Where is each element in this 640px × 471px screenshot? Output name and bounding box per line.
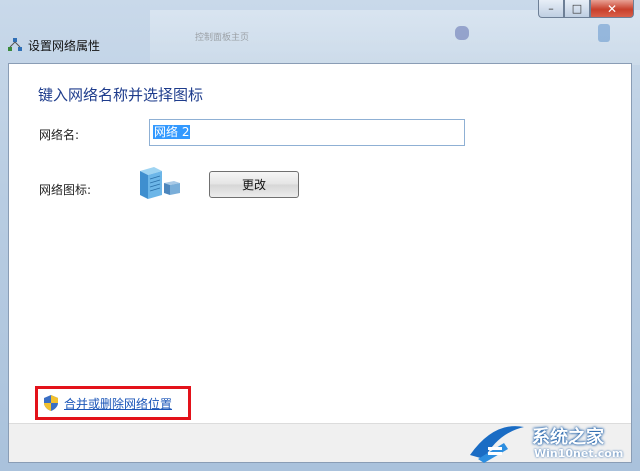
window-title: 设置网络属性 <box>28 39 101 53</box>
network-icon-label: 网络图标: <box>39 183 92 197</box>
minimize-button[interactable]: – <box>538 0 564 18</box>
watermark-en: Win10net.com <box>534 447 624 460</box>
window-frame: 控制面板主页 – □ ✕ 设置网络属性 键入网络名称并选择图标 网络名: 网络 … <box>0 0 640 471</box>
watermark-logo-icon <box>470 426 524 463</box>
watermark-cn: 系统之家 <box>532 427 604 448</box>
uac-shield-icon <box>44 395 58 411</box>
watermark: 系统之家 Win10net.com <box>464 419 634 467</box>
merge-network-link-highlight: 合并或删除网络位置 <box>35 386 191 420</box>
background-icon <box>598 24 610 42</box>
network-building-icon <box>140 167 180 199</box>
network-name-label: 网络名: <box>39 128 80 142</box>
network-title-icon <box>8 38 22 51</box>
caption-buttons: – □ ✕ <box>538 0 634 18</box>
network-name-value: 网络 2 <box>153 125 191 139</box>
close-button[interactable]: ✕ <box>590 0 634 18</box>
change-icon-button[interactable]: 更改 <box>209 171 299 198</box>
background-window-text: 控制面板主页 <box>195 33 250 43</box>
dialog-client-area: 键入网络名称并选择图标 网络名: 网络 2 网络图标: 更改 合并或删除网络位置 <box>8 63 632 463</box>
dialog-heading: 键入网络名称并选择图标 <box>38 86 204 104</box>
maximize-button[interactable]: □ <box>564 0 590 18</box>
network-name-input[interactable]: 网络 2 <box>149 119 465 146</box>
background-icon <box>455 26 469 40</box>
merge-or-delete-network-link[interactable]: 合并或删除网络位置 <box>64 395 172 412</box>
